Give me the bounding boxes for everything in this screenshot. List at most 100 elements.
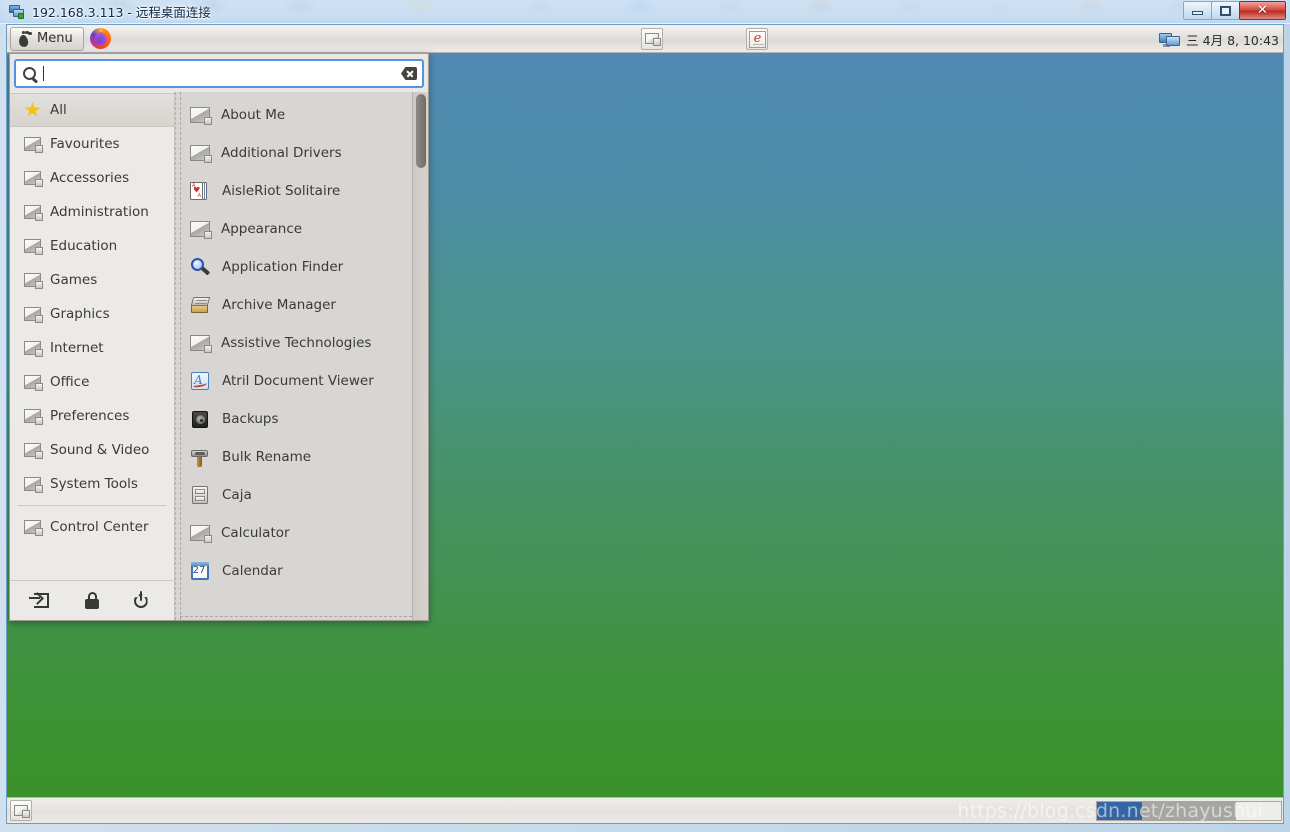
window-task-1[interactable] xyxy=(641,28,663,50)
menu-button-label: Menu xyxy=(37,31,73,46)
list-item[interactable]: Calculator xyxy=(176,514,412,552)
sidebar-item-internet[interactable]: Internet xyxy=(10,331,174,365)
workspace-1[interactable] xyxy=(1097,802,1144,820)
list-item[interactable]: AisleRiot Solitaire xyxy=(176,172,412,210)
application-scroll-area[interactable]: About Me Additional Drivers AisleRio xyxy=(176,92,412,620)
placeholder-icon xyxy=(190,335,212,353)
star-icon xyxy=(24,102,41,117)
document-e-icon: e xyxy=(749,31,766,48)
sidebar-item-education[interactable]: Education xyxy=(10,229,174,263)
clear-icon[interactable] xyxy=(401,67,417,80)
workspace-switcher[interactable] xyxy=(1096,801,1282,821)
sidebar-item-system-tools[interactable]: System Tools xyxy=(10,467,174,501)
list-item[interactable]: Additional Drivers xyxy=(176,134,412,172)
list-item[interactable]: Archive Manager xyxy=(176,286,412,324)
app-label: Archive Manager xyxy=(222,297,336,313)
list-item[interactable]: Application Finder xyxy=(176,248,412,286)
workspace-4[interactable] xyxy=(1235,802,1281,820)
placeholder-icon xyxy=(24,205,43,221)
window-titlebar[interactable]: 192.168.3.113 - 远程桌面连接 ✕ xyxy=(0,0,1290,24)
placeholder-icon xyxy=(24,375,43,391)
placeholder-icon xyxy=(24,239,43,255)
list-item[interactable]: Bulk Rename xyxy=(176,438,412,476)
sidebar-item-control-center[interactable]: Control Center xyxy=(10,510,174,544)
placeholder-icon xyxy=(190,525,212,543)
search-icon xyxy=(23,67,36,80)
menu-button[interactable]: Menu xyxy=(10,26,84,51)
sidebar-item-label: Education xyxy=(50,238,118,254)
sidebar-item-favourites[interactable]: Favourites xyxy=(10,127,174,161)
sidebar-item-administration[interactable]: Administration xyxy=(10,195,174,229)
list-item[interactable]: Backups xyxy=(176,400,412,438)
sidebar-item-accessories[interactable]: Accessories xyxy=(10,161,174,195)
category-column: All Favourites Accessories Administratio… xyxy=(10,92,175,620)
system-tray: 三 4月 8, 10:43 xyxy=(1159,25,1283,53)
sidebar-item-graphics[interactable]: Graphics xyxy=(10,297,174,331)
calendar-icon: 27 xyxy=(190,561,211,582)
firefox-icon[interactable] xyxy=(89,28,111,49)
sidebar-item-label: Administration xyxy=(50,204,149,220)
magnifier-icon xyxy=(190,257,211,278)
sidebar-item-label: Preferences xyxy=(50,408,130,424)
placeholder-icon xyxy=(190,145,212,163)
clock[interactable]: 三 4月 8, 10:43 xyxy=(1186,30,1279,49)
remote-desktop-icon xyxy=(9,4,25,20)
window-task-2[interactable]: e xyxy=(746,28,768,50)
safe-icon xyxy=(190,409,211,430)
app-label: Caja xyxy=(222,487,252,503)
sidebar-item-office[interactable]: Office xyxy=(10,365,174,399)
logout-icon xyxy=(33,593,49,608)
app-label: Calculator xyxy=(221,525,290,541)
shutdown-button[interactable] xyxy=(132,591,151,610)
placeholder-icon xyxy=(24,137,43,153)
list-item[interactable]: 27 Calendar xyxy=(176,552,412,590)
list-item[interactable]: Assistive Technologies xyxy=(176,324,412,362)
app-label: Application Finder xyxy=(222,259,344,275)
minimize-button[interactable] xyxy=(1183,1,1212,20)
list-item[interactable]: Caja xyxy=(176,476,412,514)
application-list: About Me Additional Drivers AisleRio xyxy=(176,92,412,590)
window-controls: ✕ xyxy=(1183,1,1286,20)
restore-icon xyxy=(1220,5,1231,16)
remote-desktop-window: 192.168.3.113 - 远程桌面连接 ✕ Menu e 三 4月 8, … xyxy=(0,0,1290,832)
sidebar-item-all[interactable]: All xyxy=(10,93,174,127)
logout-button[interactable] xyxy=(33,591,53,610)
sidebar-item-preferences[interactable]: Preferences xyxy=(10,399,174,433)
sidebar-item-label: Sound & Video xyxy=(50,442,150,458)
scrollbar[interactable] xyxy=(412,92,428,620)
mate-footprint-icon xyxy=(17,30,32,48)
lock-screen-button[interactable] xyxy=(83,591,102,610)
sidebar-item-label: Office xyxy=(50,374,90,390)
app-label: Atril Document Viewer xyxy=(222,373,374,389)
session-actions xyxy=(10,580,174,620)
list-item[interactable]: A Atril Document Viewer xyxy=(176,362,412,400)
mate-bottom-panel xyxy=(7,797,1283,823)
network-monitor-icon[interactable] xyxy=(1159,31,1181,48)
scrollbar-thumb[interactable] xyxy=(416,94,426,168)
restore-button[interactable] xyxy=(1211,1,1240,20)
list-item[interactable]: Appearance xyxy=(176,210,412,248)
sidebar-item-games[interactable]: Games xyxy=(10,263,174,297)
search-area xyxy=(10,54,428,92)
list-item[interactable]: About Me xyxy=(176,96,412,134)
app-label: Calendar xyxy=(222,563,283,579)
workspace-2[interactable] xyxy=(1143,802,1190,820)
search-box[interactable] xyxy=(14,59,424,88)
app-label: Assistive Technologies xyxy=(221,335,372,351)
sidebar-item-sound-video[interactable]: Sound & Video xyxy=(10,433,174,467)
show-desktop-button[interactable] xyxy=(10,800,32,821)
sidebar-item-label: Games xyxy=(50,272,98,288)
sidebar-item-label: Favourites xyxy=(50,136,120,152)
placeholder-icon xyxy=(24,409,43,425)
close-button[interactable]: ✕ xyxy=(1239,1,1286,20)
placeholder-icon xyxy=(24,171,43,187)
rdp-frame: Menu e 三 4月 8, 10:43 All Favourites Acce… xyxy=(0,24,1290,832)
atril-document-icon: A xyxy=(190,371,211,392)
sidebar-item-label: Control Center xyxy=(50,519,149,535)
playing-cards-icon xyxy=(190,181,211,202)
app-label: Backups xyxy=(222,411,279,427)
workspace-3[interactable] xyxy=(1189,802,1236,820)
mate-menu-popup: All Favourites Accessories Administratio… xyxy=(9,53,429,621)
sidebar-item-label: Accessories xyxy=(50,170,130,186)
placeholder-icon xyxy=(24,477,43,493)
